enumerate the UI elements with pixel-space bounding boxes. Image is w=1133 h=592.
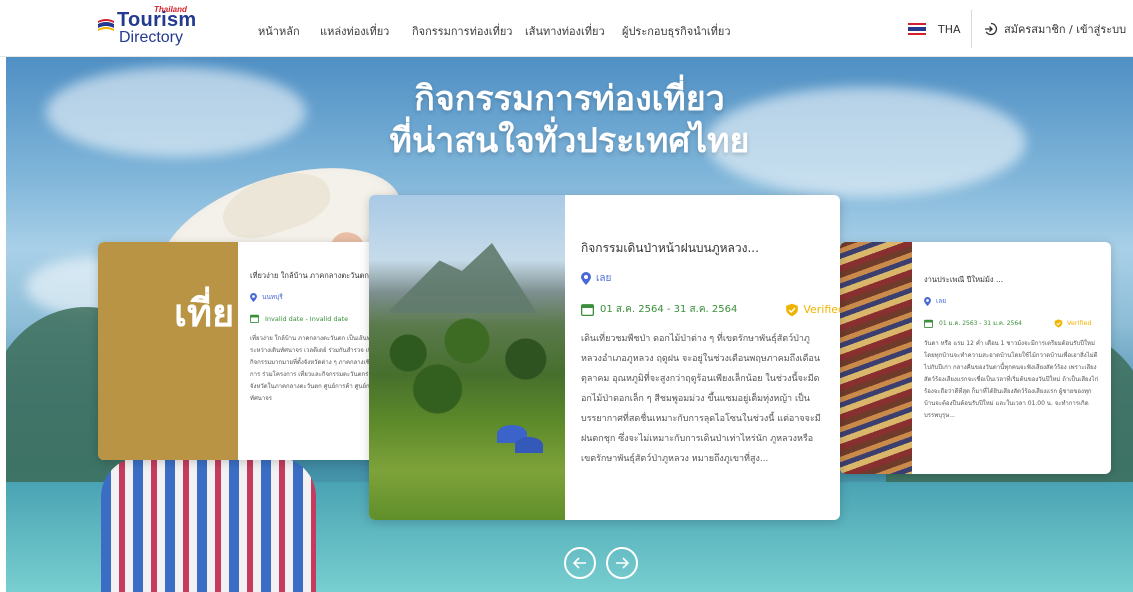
site-logo[interactable]: Thailand Tourism Directory — [97, 5, 196, 48]
login-icon — [985, 22, 998, 36]
card-description: วันดา หรือ แรม 12 ค่ำ เดือน 1 ชาวม้งจะมี… — [924, 340, 1099, 419]
card-date-label: 01 ม.ค. 2563 - 31 ม.ค. 2564 — [939, 320, 1022, 327]
verified-icon — [786, 303, 799, 316]
card-title[interactable]: กิจกรรมเดินป่าหน้าฝนบนภูหลวง... — [581, 239, 822, 258]
hero-title-line1: กิจกรรมการท่องเที่ยว — [414, 79, 725, 119]
calendar-icon — [250, 314, 259, 323]
card-photo: เที่ย — [98, 242, 238, 460]
card-date: 01 ส.ค. 2564 - 31 ส.ค. 2564 — [581, 302, 737, 317]
carousel-prev-button[interactable] — [564, 547, 596, 579]
hero-title: กิจกรรมการท่องเที่ยว ที่น่าสนใจทั่วประเท… — [6, 78, 1133, 162]
arrow-right-icon — [616, 557, 630, 569]
card-photo — [840, 242, 912, 474]
header-divider — [971, 10, 972, 48]
card-photo-overlay-text: เที่ย — [174, 291, 235, 335]
logo-line1: Tourism — [117, 9, 197, 31]
carousel-next-button[interactable] — [606, 547, 638, 579]
login-link[interactable]: สมัครสมาชิก / เข้าสู่ระบบ — [984, 20, 1126, 38]
photo-mountain — [387, 243, 537, 313]
photo-tent — [515, 437, 543, 453]
activity-card-center[interactable]: กิจกรรมเดินป่าหน้าฝนบนภูหลวง... เลย 01 ส… — [369, 195, 840, 520]
photo-trees — [369, 305, 565, 425]
card-location: เลย — [581, 271, 822, 286]
verified-badge: Verified — [1054, 318, 1092, 328]
logo-line2: Directory — [119, 29, 184, 46]
card-meta-row: 01 ม.ค. 2563 - 31 ม.ค. 2564 Verified — [924, 318, 1101, 328]
verified-label: Verified — [1066, 319, 1092, 327]
site-header: Thailand Tourism Directory หน้าหลัก แหล่… — [0, 0, 1133, 57]
card-body: กิจกรรมเดินป่าหน้าฝนบนภูหลวง... เลย 01 ส… — [565, 195, 840, 520]
verified-label: Verified — [803, 303, 840, 316]
arrow-left-icon — [572, 557, 586, 569]
nav-activities[interactable]: กิจกรรมการท่องเที่ยว — [412, 22, 512, 40]
activity-card-right[interactable]: งานประเพณี ปีใหม่ม้ง ... เลย 01 ม.ค. 256… — [840, 242, 1111, 474]
card-location-label: เลย — [936, 297, 947, 305]
language-selector[interactable]: THA — [908, 20, 961, 38]
card-location: เลย — [924, 296, 1101, 306]
thai-flag-logo-icon — [98, 19, 114, 31]
card-location-label: นนทบุรี — [262, 293, 283, 301]
card-photo — [369, 195, 565, 520]
location-pin-icon — [924, 296, 931, 306]
card-date-label: Invalid date - Invalid date — [265, 314, 349, 323]
woman-dress — [101, 457, 316, 592]
verified-icon — [1054, 318, 1063, 328]
nav-attractions[interactable]: แหล่งท่องเที่ยว — [320, 22, 389, 40]
calendar-icon — [581, 304, 594, 316]
nav-home[interactable]: หน้าหลัก — [258, 22, 300, 40]
card-meta-row: 01 ส.ค. 2564 - 31 ส.ค. 2564 Verified — [581, 302, 840, 317]
calendar-icon — [924, 319, 933, 328]
nav-tour-operators[interactable]: ผู้ประกอบธุรกิจนำเที่ยว — [622, 22, 731, 40]
card-location-label: เลย — [596, 273, 612, 284]
card-date-label: 01 ส.ค. 2564 - 31 ส.ค. 2564 — [600, 304, 738, 315]
thai-flag-icon — [908, 23, 926, 35]
carousel-controls — [564, 547, 638, 579]
card-description: เดินเที่ยวชมพืชป่า ดอกไม้ป่าต่าง ๆ ที่เข… — [581, 334, 821, 464]
card-body: งานประเพณี ปีใหม่ม้ง ... เลย 01 ม.ค. 256… — [912, 242, 1111, 474]
hero-banner: กิจกรรมการท่องเที่ยว ที่น่าสนใจทั่วประเท… — [6, 57, 1133, 592]
nav-routes[interactable]: เส้นทางท่องเที่ยว — [525, 22, 605, 40]
card-title: งานประเพณี ปีใหม่ม้ง ... — [924, 275, 1004, 284]
verified-badge: Verified — [785, 303, 840, 317]
hero-title-line2: ที่น่าสนใจทั่วประเทศไทย — [389, 121, 750, 161]
location-pin-icon — [581, 272, 591, 285]
login-label: สมัครสมาชิก / เข้าสู่ระบบ — [1004, 23, 1127, 36]
location-pin-icon — [250, 292, 257, 302]
language-label: THA — [938, 22, 961, 36]
card-date: 01 ม.ค. 2563 - 31 ม.ค. 2564 — [924, 318, 1022, 328]
